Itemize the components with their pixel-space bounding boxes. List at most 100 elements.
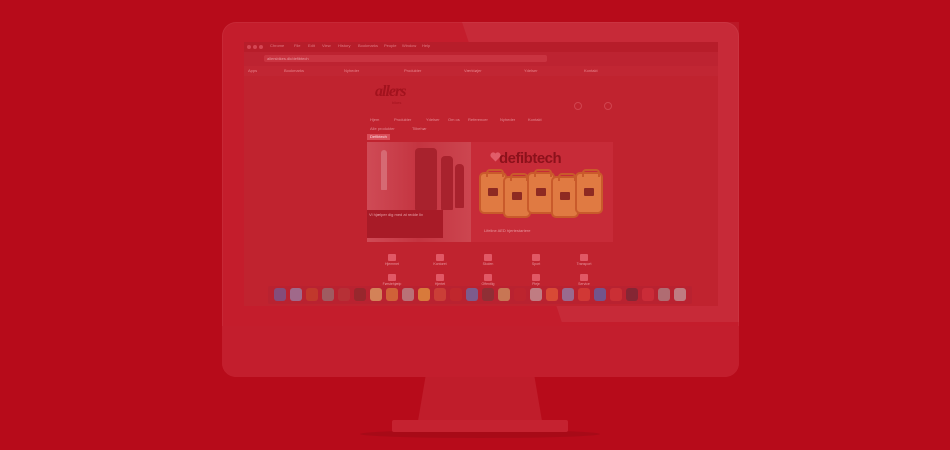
dock-app-icon[interactable] xyxy=(626,288,638,301)
bookmark-item[interactable]: Apps xyxy=(248,68,257,73)
hero-banner: Vi hjælper dig med at redde liv defibtec… xyxy=(367,142,613,242)
wheelchair-icon xyxy=(532,274,540,281)
sub-nav-item[interactable]: Alle produkter xyxy=(370,126,395,131)
aed-cabinet xyxy=(381,150,387,190)
menu-item[interactable]: Bookmarks xyxy=(358,43,378,48)
menu-item[interactable]: File xyxy=(294,43,300,48)
dock-app-icon[interactable] xyxy=(514,288,526,301)
feature-transport[interactable]: Transport xyxy=(564,254,604,266)
nav-item[interactable]: Hjem xyxy=(370,117,379,122)
dock-app-icon[interactable] xyxy=(482,288,494,301)
home-icon xyxy=(388,254,396,261)
dock-app-icon[interactable] xyxy=(354,288,366,301)
school-icon xyxy=(484,254,492,261)
bookmark-item[interactable]: Nyheder xyxy=(344,68,359,73)
sub-nav-item[interactable]: Tilbehør xyxy=(412,126,427,131)
dock-app-icon[interactable] xyxy=(610,288,622,301)
dock-app-icon[interactable] xyxy=(290,288,302,301)
bookmark-item[interactable]: Ydelser xyxy=(524,68,538,73)
web-page: allers bikes Hjem Produkter Ydelser Om o… xyxy=(244,76,718,306)
feature-heart[interactable]: Hjertet xyxy=(420,274,460,286)
feature-first-aid[interactable]: Førstehjælp xyxy=(372,274,412,286)
bookmark-item[interactable]: Kontakt xyxy=(584,68,598,73)
dock-app-icon[interactable] xyxy=(386,288,398,301)
office-icon xyxy=(436,254,444,261)
dock-app-icon[interactable] xyxy=(642,288,654,301)
site-logo[interactable]: allers xyxy=(375,83,406,101)
hero-caption: Vi hjælper dig med at redde liv xyxy=(367,210,443,238)
cart-icon[interactable] xyxy=(604,102,612,110)
nav-item[interactable]: Produkter xyxy=(394,117,411,122)
menu-item[interactable]: People xyxy=(384,43,396,48)
dock-app-icon[interactable] xyxy=(402,288,414,301)
browser-screen: Chrome File Edit View History Bookmarks … xyxy=(244,42,718,306)
zoom-dot-icon[interactable] xyxy=(259,45,263,49)
site-logo-sub: bikes xyxy=(392,100,402,105)
dock-app-icon[interactable] xyxy=(674,288,686,301)
dock-app-icon[interactable] xyxy=(466,288,478,301)
address-bar: allersbikes.dk/defibtech xyxy=(244,52,718,66)
url-input[interactable]: allersbikes.dk/defibtech xyxy=(264,55,547,62)
feature-public[interactable]: Offentlig xyxy=(468,274,508,286)
menu-item[interactable]: Help xyxy=(422,43,430,48)
close-dot-icon[interactable] xyxy=(247,45,251,49)
dock-app-icon[interactable] xyxy=(450,288,462,301)
feature-school[interactable]: Skolen xyxy=(468,254,508,266)
dock-app-icon[interactable] xyxy=(546,288,558,301)
nav-item[interactable]: Referencer xyxy=(468,117,488,122)
menu-item[interactable]: Window xyxy=(402,43,416,48)
menu-bar: Chrome File Edit View History Bookmarks … xyxy=(244,42,718,52)
site-nav: Hjem Produkter Ydelser Om os Referencer … xyxy=(244,116,718,124)
dock-app-icon[interactable] xyxy=(322,288,334,301)
dock-app-icon[interactable] xyxy=(578,288,590,301)
dock-app-icon[interactable] xyxy=(418,288,430,301)
person-figure xyxy=(455,164,464,208)
sport-icon xyxy=(532,254,540,261)
scene: Chrome File Edit View History Bookmarks … xyxy=(0,0,950,450)
person-figure xyxy=(441,156,453,210)
dock-app-icon[interactable] xyxy=(498,288,510,301)
nav-item[interactable]: Om os xyxy=(448,117,460,122)
feature-care[interactable]: Pleje xyxy=(516,274,556,286)
dock-app-icon[interactable] xyxy=(274,288,286,301)
dock-app-icon[interactable] xyxy=(338,288,350,301)
first-aid-icon xyxy=(388,274,396,281)
dock-app-icon[interactable] xyxy=(562,288,574,301)
monitor-stand-foot xyxy=(392,420,568,432)
menu-item[interactable]: View xyxy=(322,43,331,48)
search-icon[interactable] xyxy=(574,102,582,110)
hero-tagline: Lifeline AED hjertestartere xyxy=(484,228,531,233)
feature-service[interactable]: Service xyxy=(564,274,604,286)
dock-app-icon[interactable] xyxy=(594,288,606,301)
bookmark-item[interactable]: Værktøjer xyxy=(464,68,482,73)
nav-item[interactable]: Kontakt xyxy=(528,117,542,122)
people-icon xyxy=(484,274,492,281)
menu-item[interactable]: History xyxy=(338,43,350,48)
monitor-chin xyxy=(222,326,739,377)
nav-item[interactable]: Nyheder xyxy=(500,117,515,122)
dock-app-icon[interactable] xyxy=(434,288,446,301)
category-tag[interactable]: Defibtech xyxy=(367,134,390,140)
menu-item[interactable]: Edit xyxy=(308,43,315,48)
nav-item[interactable]: Ydelser xyxy=(426,117,440,122)
heart-icon xyxy=(436,274,444,281)
hero-photo: Vi hjælper dig med at redde liv xyxy=(367,142,471,242)
macos-dock xyxy=(268,286,692,304)
feature-office[interactable]: Kontoret xyxy=(420,254,460,266)
transport-icon xyxy=(580,254,588,261)
feature-home[interactable]: Hjemmet xyxy=(372,254,412,266)
minimize-dot-icon[interactable] xyxy=(253,45,257,49)
dock-app-icon[interactable] xyxy=(530,288,542,301)
bookmarks-bar: Apps Bookmarks Nyheder Produkter Værktøj… xyxy=(244,66,718,76)
brand-name: defibtech xyxy=(499,150,562,167)
aed-device xyxy=(575,169,603,214)
feature-sport[interactable]: Sport xyxy=(516,254,556,266)
monitor-stand-neck xyxy=(418,377,542,421)
dock-app-icon[interactable] xyxy=(370,288,382,301)
bookmark-item[interactable]: Produkter xyxy=(404,68,421,73)
menu-item[interactable]: Chrome xyxy=(270,43,284,48)
support-icon xyxy=(580,274,588,281)
dock-app-icon[interactable] xyxy=(306,288,318,301)
bookmark-item[interactable]: Bookmarks xyxy=(284,68,304,73)
dock-app-icon[interactable] xyxy=(658,288,670,301)
